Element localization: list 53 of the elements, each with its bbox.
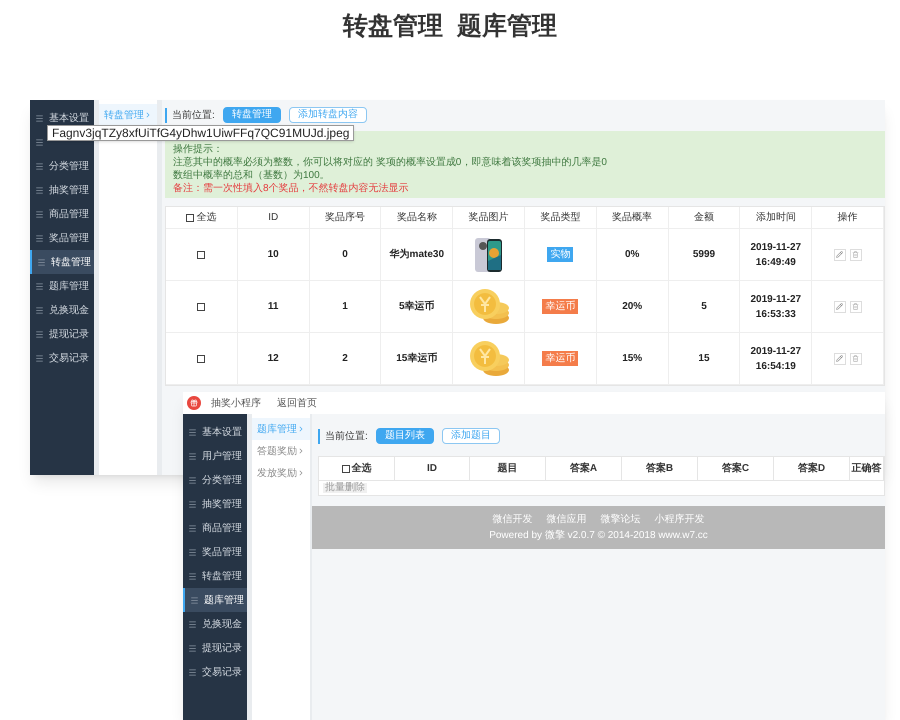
- table-cell-text: 0: [342, 248, 348, 262]
- table-cell-text: 华为mate30: [390, 248, 444, 262]
- table-cell-text: 0%: [624, 248, 640, 262]
- table-cell-text: 10: [268, 248, 279, 262]
- table-cell-text: 16:49:49: [756, 256, 796, 270]
- column-header: 答案A: [570, 461, 598, 476]
- column-header: 操作: [838, 211, 858, 225]
- page-heading: 题库管理: [457, 11, 557, 42]
- table-cell-text: 5幸运币: [399, 300, 435, 314]
- breadcrumb-label: 当前位置:: [318, 428, 368, 444]
- table-cell-text: 5: [701, 300, 707, 314]
- table-cell-text: 11: [268, 300, 278, 314]
- table-cell-text: 15%: [622, 352, 642, 366]
- notice-text: 注意其中的概率必须为整数，你可以将对应的 奖项的概率设置成0，即意味着该奖项抽中的几率是0: [173, 156, 608, 169]
- column-header: 奖品图片: [468, 210, 509, 225]
- table-cell-text: 2: [342, 352, 348, 366]
- column-header: 题目: [498, 462, 518, 476]
- table-cell-text: 5999: [692, 248, 716, 262]
- breadcrumb-label: 当前位置:: [165, 108, 215, 122]
- column-header: 奖品序号: [324, 210, 365, 225]
- type-tag: 幸运币: [542, 299, 578, 314]
- type-tag: 幸运币: [542, 351, 578, 366]
- notice-title: 操作提示：: [173, 143, 224, 156]
- notice-text: 数组中概率的总和（基数）为100。: [173, 169, 331, 182]
- table-cell-text: 12: [268, 352, 279, 366]
- app-name: 抽奖小程序: [211, 396, 261, 410]
- column-header: ID: [268, 211, 278, 225]
- column-header: 金额: [694, 210, 714, 225]
- table-cell-text: 16:53:33: [756, 308, 796, 322]
- table-cell-text: 2019-11-27: [750, 240, 802, 254]
- notice-remark: 备注：需一次性填入8个奖品，不然转盘内容无法显示: [173, 182, 410, 195]
- table-cell-text: 2019-11-27: [750, 344, 802, 358]
- column-header: 奖品概率: [612, 210, 652, 225]
- column-header: 正确答: [852, 462, 882, 476]
- column-header: 答案B: [646, 461, 674, 476]
- column-header: 全选: [352, 462, 372, 476]
- table-cell-text: 15: [698, 352, 710, 366]
- column-header: 答案D: [798, 461, 826, 476]
- page-heading: 转盘管理: [343, 11, 443, 42]
- type-tag: 实物: [547, 247, 574, 262]
- column-header: 添加时间: [756, 210, 796, 225]
- column-header: 全选: [196, 210, 216, 225]
- table-cell-text: 20%: [622, 300, 642, 314]
- filename-tooltip: Fagnv3jqTZy8xfUiTfG4yDhw1UiwFFq7QC91MUJd.jpeg: [47, 125, 354, 141]
- table-cell-text: 15幸运币: [396, 352, 438, 366]
- table-cell-text: 1: [342, 300, 348, 314]
- table-cell-text: 16:54:19: [756, 360, 796, 374]
- column-header: ID: [427, 462, 437, 476]
- column-header: 答案C: [722, 461, 750, 476]
- powered-by-text: Powered by 微擎 v2.0.7 © 2014-2018 www.w7.cc: [489, 528, 708, 543]
- column-header: 奖品名称: [396, 211, 437, 225]
- table-cell-text: 2019-11-27: [750, 292, 802, 306]
- column-header: 奖品类型: [540, 210, 580, 225]
